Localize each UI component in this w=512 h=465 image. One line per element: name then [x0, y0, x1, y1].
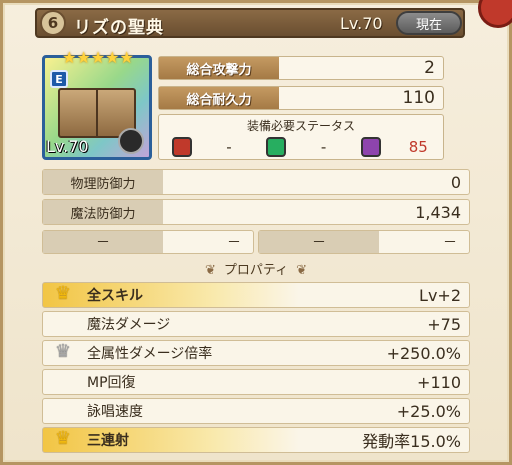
crown-icon: ♛: [54, 341, 72, 362]
equip-requirements: 装備必要ステータス - - 85: [158, 114, 444, 160]
property-row: 魔法ダメージ +75: [42, 311, 470, 337]
slot-number-badge: 6: [40, 10, 66, 36]
gear-icon[interactable]: [118, 128, 144, 154]
property-row: 全属性ダメージ倍率 +250.0%: [42, 340, 470, 366]
empty-stat-left: － －: [42, 230, 254, 254]
item-level: Lv.70: [340, 14, 383, 33]
total-durability-row: 総合耐久力 110: [158, 86, 444, 110]
req-magic-value: 85: [408, 138, 428, 156]
property-value: Lv+2: [419, 285, 461, 305]
strength-icon: [171, 137, 192, 157]
card-level: Lv.70: [46, 137, 89, 156]
empty-stat-right-label: －: [259, 231, 379, 253]
magic-defense-value: 1,434: [415, 202, 461, 222]
rank-badge: E: [50, 70, 68, 88]
property-value: +75: [427, 314, 461, 334]
property-name: 三連射: [87, 433, 129, 449]
item-title: リズの聖典: [74, 18, 164, 38]
equip-requirements-title: 装備必要ステータス: [246, 119, 355, 133]
magic-defense-row: 魔法防御力 1,434: [42, 199, 470, 225]
physical-defense-row: 物理防御力 0: [42, 169, 470, 195]
total-attack-label: 総合攻撃力: [159, 57, 279, 79]
req-dexterity-value: -: [320, 138, 327, 156]
property-name: 詠唱速度: [87, 404, 143, 420]
property-row: 三連射 発動率15.0%: [42, 427, 470, 453]
req-strength-value: -: [226, 138, 232, 156]
property-name: 魔法ダメージ: [87, 317, 171, 333]
current-button[interactable]: 現在: [396, 11, 462, 35]
physical-defense-value: 0: [450, 172, 461, 192]
empty-stat-left-value: －: [227, 235, 241, 251]
magic-icon: [360, 137, 381, 157]
empty-stat-right-value: －: [443, 235, 457, 251]
empty-stat-right: － －: [258, 230, 470, 254]
dexterity-icon: [266, 137, 287, 157]
total-attack-row: 総合攻撃力 2: [158, 56, 444, 80]
physical-defense-label: 物理防御力: [43, 170, 163, 194]
total-durability-label: 総合耐久力: [159, 87, 279, 109]
property-row: MP回復 +110: [42, 369, 470, 395]
crown-icon: ♛: [54, 428, 72, 449]
property-row: 詠唱速度 +25.0%: [42, 398, 470, 424]
property-row: 全スキル Lv+2: [42, 282, 470, 308]
property-value: +110: [417, 372, 461, 392]
empty-stat-left-label: －: [43, 231, 163, 253]
property-value: 発動率15.0%: [362, 432, 461, 451]
property-value: +250.0%: [386, 343, 461, 363]
total-durability-value: 110: [402, 88, 435, 108]
total-attack-value: 2: [424, 58, 435, 78]
property-name: MP回復: [87, 375, 136, 391]
rarity-stars: ★★★★★: [62, 48, 134, 67]
properties-title: プロパティ: [172, 259, 340, 279]
crown-icon: ♛: [54, 283, 72, 304]
property-name: 全属性ダメージ倍率: [87, 346, 213, 362]
property-name: 全スキル: [87, 288, 143, 304]
property-value: +25.0%: [396, 401, 461, 421]
magic-defense-label: 魔法防御力: [43, 200, 163, 224]
